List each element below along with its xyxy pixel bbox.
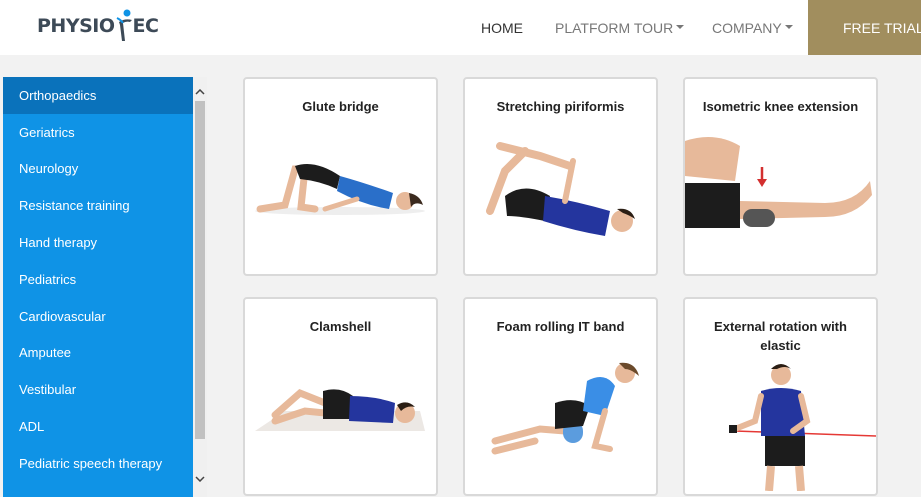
nav-home-link[interactable]: HOME [481,0,523,55]
scroll-down-arrow-icon[interactable] [193,470,207,488]
clamshell-illustration [255,388,425,431]
logo-figure-icon [113,8,135,44]
sidebar-scrollbar[interactable] [193,77,207,497]
glute-bridge-illustration [255,163,425,215]
scrollbar-thumb[interactable] [195,101,205,439]
chevron-down-icon [784,24,793,29]
exercise-card-external-rotation-with-elastic[interactable]: External rotation with elastic [683,297,878,496]
sidebar-item-amputee[interactable]: Amputee [3,335,193,372]
free-trial-button[interactable]: FREE TRIAL [808,0,921,55]
exercise-card-clamshell[interactable]: Clamshell [243,297,438,496]
exercise-title: Glute bridge [302,99,379,114]
exercise-card-glute-bridge[interactable]: Glute bridge [243,77,438,276]
chevron-down-icon [676,24,685,29]
exercise-title: Clamshell [309,319,372,334]
nav-platform-tour-label: PLATFORM TOUR [555,19,674,36]
sidebar-item-cardiovascular[interactable]: Cardiovascular [3,298,193,335]
physiotec-logo[interactable]: PHYSIO EC [37,6,159,46]
sidebar-item-pediatric-speech-therapy[interactable]: Pediatric speech therapy [3,445,193,482]
exercise-title: Stretching piriformis [496,99,625,114]
sidebar-item-resistance-training[interactable]: Resistance training [3,187,193,224]
sidebar-item-adl[interactable]: ADL [3,408,193,445]
sidebar-item-hand-therapy[interactable]: Hand therapy [3,224,193,261]
isometric-knee-extension-illustration [685,137,872,228]
logo-text-left: PHYSIO [37,15,115,37]
foam-rolling-it-band-illustration [491,362,639,455]
sidebar-item-geriatrics[interactable]: Geriatrics [3,114,193,151]
sidebar-item-pediatrics[interactable]: Pediatrics [3,261,193,298]
exercise-title: Isometric knee extension [702,99,859,114]
external-rotation-illustration [729,364,876,491]
category-sidebar: Orthopaedics Geriatrics Neurology Resist… [3,77,193,497]
sidebar-item-vestibular[interactable]: Vestibular [3,371,193,408]
sidebar-item-neurology[interactable]: Neurology [3,151,193,188]
nav-company-label: COMPANY [712,19,782,36]
exercise-card-foam-rolling-it-band[interactable]: Foam rolling IT band [463,297,658,496]
exercise-title: Foam rolling IT band [496,319,625,334]
exercise-card-isometric-knee-extension[interactable]: Isometric knee extension [683,77,878,276]
sidebar-item-orthopaedics[interactable]: Orthopaedics [3,77,193,114]
top-header: PHYSIO EC HOME PLATFORM TOUR COMPANY FRE… [0,0,921,55]
scroll-up-arrow-icon[interactable] [193,83,207,101]
nav-company-link[interactable]: COMPANY [712,0,793,55]
stretching-piriformis-illustration [486,142,635,236]
exercise-card-stretching-piriformis[interactable]: Stretching piriformis [463,77,658,276]
logo-text-right: EC [132,15,159,37]
nav-platform-tour-link[interactable]: PLATFORM TOUR [555,0,685,55]
